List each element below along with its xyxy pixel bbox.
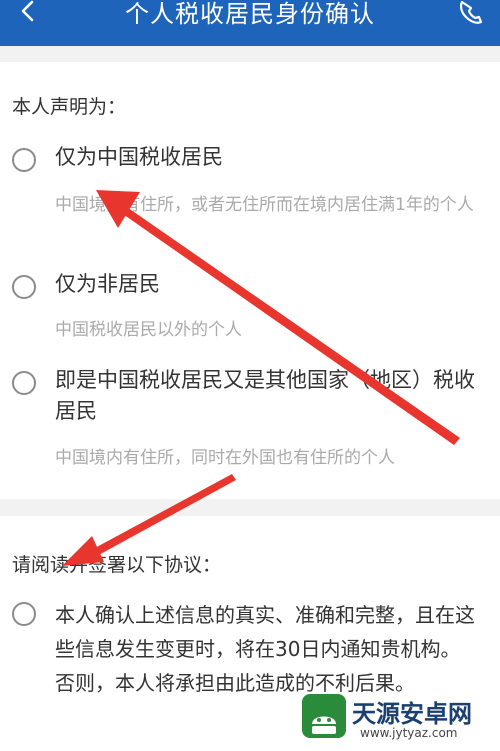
declaration-card: 本人声明为： 仅为中国税收居民 中国境内有住所，或者无住所而在境内居住满1年的个… [0,62,500,499]
agreement-text: 本人确认上述信息的真实、准确和完整，且在这些信息发生变更时，将在30日内通知贵机… [55,603,475,695]
radio-circle-icon[interactable] [12,371,36,395]
agree-radio-circle-icon[interactable] [12,602,36,626]
agreement-title: 请阅读并签署以下协议： [12,554,222,576]
option-description: 中国境内有住所，同时在外国也有住所的个人 [55,448,395,468]
page-title: 个人税收居民身份确认 [125,0,375,28]
phone-icon [459,0,483,24]
option-description: 中国税收居民以外的个人 [55,320,242,340]
radio-circle-icon[interactable] [12,275,36,299]
site-watermark: 天源安卓网 www.jytyaz.com [290,690,500,751]
app-header: 个人税收居民身份确认 [0,0,500,46]
call-button[interactable] [450,0,490,40]
option-label: 仅为中国税收居民 [55,145,223,169]
watermark-url: www.jytyaz.com [360,726,458,740]
watermark-title: 天源安卓网 [352,700,472,728]
radio-circle-icon[interactable] [12,148,36,172]
option-label: 即是中国税收居民又是其他国家（地区）税收居民 [55,368,475,423]
option-description: 中国境内有住所，或者无住所而在境内居住满1年的个人 [55,195,474,215]
android-logo-icon [302,694,346,738]
declaration-title: 本人声明为： [12,96,127,118]
option-label: 仅为非居民 [55,272,160,296]
